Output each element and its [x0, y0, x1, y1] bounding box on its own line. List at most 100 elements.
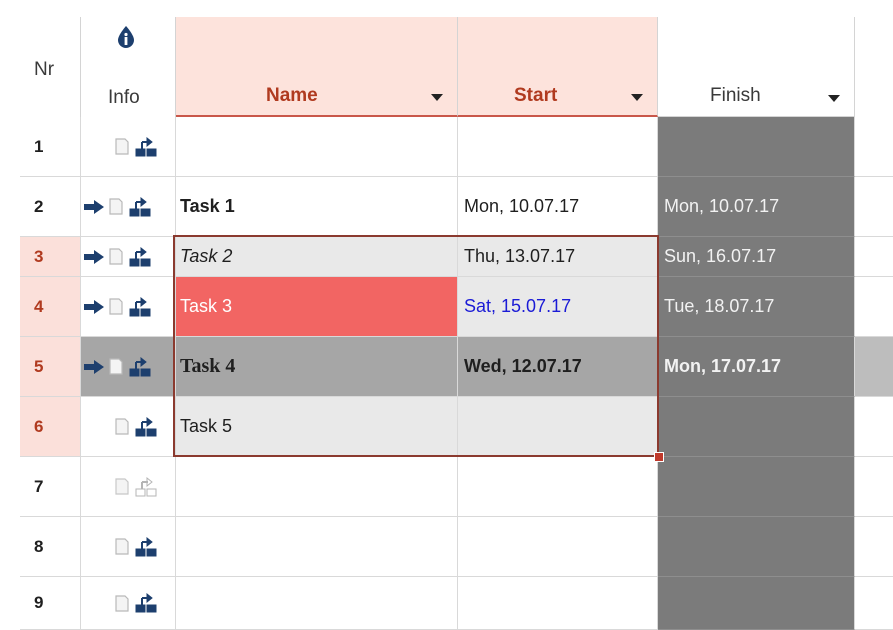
finish-date-cell[interactable] [658, 117, 855, 177]
note-icon[interactable] [109, 198, 123, 215]
table-row[interactable]: 4 Task 3 Sat, 15.07.17 Tue, 18.07.17 [0, 277, 893, 337]
start-date-cell[interactable]: Sat, 15.07.17 [458, 277, 658, 337]
extra-cell [855, 117, 893, 177]
subtask-icon[interactable] [135, 136, 157, 157]
task-name-cell[interactable]: Task 4 [176, 337, 458, 397]
info-cell[interactable] [81, 277, 176, 337]
row-number[interactable]: 8 [20, 517, 81, 577]
column-header-finish[interactable]: Finish [658, 17, 855, 117]
extra-cell [855, 517, 893, 577]
info-cell[interactable] [81, 397, 176, 457]
extra-cell [855, 237, 893, 277]
start-date-cell[interactable]: Wed, 12.07.17 [458, 337, 658, 397]
subtask-icon[interactable] [135, 476, 157, 497]
column-header-info-label: Info [108, 87, 140, 108]
column-header-start[interactable]: Start [458, 17, 658, 117]
task-name-cell[interactable]: Task 1 [176, 177, 458, 237]
subtask-icon[interactable] [135, 536, 157, 557]
start-date-cell[interactable]: Thu, 13.07.17 [458, 237, 658, 277]
info-cell[interactable] [81, 577, 176, 630]
finish-date-cell[interactable]: Tue, 18.07.17 [658, 277, 855, 337]
start-date-cell[interactable]: Mon, 10.07.17 [458, 177, 658, 237]
info-cell[interactable] [81, 177, 176, 237]
note-icon[interactable] [109, 248, 123, 265]
task-grid: Nr Info Name Start Finish 1 2 Task 1 Mon, 1… [0, 0, 893, 630]
column-header-name-label: Name [266, 85, 318, 106]
start-date-cell[interactable] [458, 397, 658, 457]
finish-date-cell[interactable]: Mon, 17.07.17 [658, 337, 855, 397]
subtask-icon[interactable] [129, 196, 151, 217]
finish-date-cell[interactable]: Sun, 16.07.17 [658, 237, 855, 277]
note-icon[interactable] [115, 478, 129, 495]
table-row[interactable]: 6 Task 5 [0, 397, 893, 457]
subtask-icon[interactable] [135, 416, 157, 437]
subtask-icon[interactable] [135, 593, 157, 613]
start-date-cell[interactable] [458, 117, 658, 177]
task-name-cell[interactable]: Task 2 [176, 237, 458, 277]
subtask-icon[interactable] [129, 246, 151, 267]
finish-date-cell[interactable] [658, 517, 855, 577]
finish-date-cell[interactable] [658, 577, 855, 630]
finish-date-cell[interactable]: Mon, 10.07.17 [658, 177, 855, 237]
sort-arrow-icon[interactable] [631, 94, 643, 101]
table-row[interactable]: 1 [0, 117, 893, 177]
note-icon[interactable] [115, 418, 129, 435]
info-cell[interactable] [81, 517, 176, 577]
row-number[interactable]: 7 [20, 457, 81, 517]
note-icon[interactable] [109, 358, 123, 375]
sort-arrow-icon[interactable] [828, 95, 840, 102]
row-number[interactable]: 3 [20, 237, 81, 277]
subtask-icon[interactable] [129, 356, 151, 377]
extra-cell [855, 277, 893, 337]
table-row[interactable]: 9 [0, 577, 893, 630]
column-header-name[interactable]: Name [176, 17, 458, 117]
finish-date-cell[interactable] [658, 457, 855, 517]
indent-arrow-icon[interactable] [83, 359, 105, 375]
note-icon[interactable] [109, 298, 123, 315]
indent-arrow-icon[interactable] [83, 249, 105, 265]
indent-arrow-icon[interactable] [83, 199, 105, 215]
info-cell[interactable] [81, 457, 176, 517]
task-name-cell[interactable] [176, 457, 458, 517]
row-number[interactable]: 2 [20, 177, 81, 237]
finish-date-cell[interactable] [658, 397, 855, 457]
note-icon[interactable] [115, 138, 129, 155]
task-name-cell[interactable]: Task 5 [176, 397, 458, 457]
task-name-cell[interactable]: Task 3 [176, 277, 458, 337]
extra-cell [855, 397, 893, 457]
column-header-nr-label: Nr [34, 59, 55, 80]
extra-cell [855, 457, 893, 517]
column-header-start-label: Start [514, 85, 558, 106]
extra-cell [855, 337, 893, 397]
start-date-cell[interactable] [458, 457, 658, 517]
selection-fill-handle[interactable] [654, 452, 664, 462]
task-name-cell[interactable] [176, 117, 458, 177]
row-number[interactable]: 9 [20, 577, 81, 630]
table-row[interactable]: 8 [0, 517, 893, 577]
table-row[interactable]: 5 Task 4 Wed, 12.07.17 Mon, 17.07.17 [0, 337, 893, 397]
column-header-nr[interactable]: Nr [20, 17, 81, 117]
info-cell[interactable] [81, 337, 176, 397]
row-number[interactable]: 6 [20, 397, 81, 457]
info-cell[interactable] [81, 117, 176, 177]
task-name-cell[interactable] [176, 517, 458, 577]
subtask-icon[interactable] [129, 296, 151, 317]
table-row[interactable]: 2 Task 1 Mon, 10.07.17 Mon, 10.07.17 [0, 177, 893, 237]
column-header-finish-label: Finish [710, 85, 761, 106]
task-name-cell[interactable] [176, 577, 458, 630]
extra-cell [855, 577, 893, 630]
column-header-info[interactable]: Info [81, 17, 176, 117]
row-number[interactable]: 4 [20, 277, 81, 337]
sort-arrow-icon[interactable] [431, 94, 443, 101]
start-date-cell[interactable] [458, 517, 658, 577]
row-number[interactable]: 1 [20, 117, 81, 177]
row-number[interactable]: 5 [20, 337, 81, 397]
start-date-cell[interactable] [458, 577, 658, 630]
indent-arrow-icon[interactable] [83, 299, 105, 315]
note-icon[interactable] [115, 538, 129, 555]
note-icon[interactable] [115, 594, 129, 612]
table-row[interactable]: 7 [0, 457, 893, 517]
info-icon[interactable] [116, 25, 136, 49]
info-cell[interactable] [81, 237, 176, 277]
table-row[interactable]: 3 Task 2 Thu, 13.07.17 Sun, 16.07.17 [0, 237, 893, 277]
